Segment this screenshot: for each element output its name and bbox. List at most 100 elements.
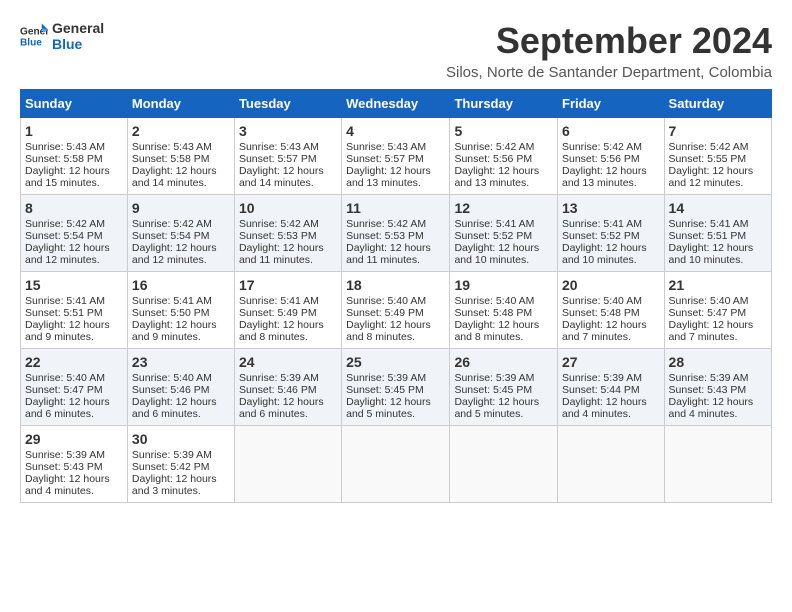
day-info-line: Daylight: 12 hours — [454, 165, 553, 177]
col-sunday: Sunday — [21, 90, 128, 118]
day-info-line: Sunset: 5:46 PM — [132, 384, 230, 396]
day-info-line: Sunset: 5:57 PM — [239, 153, 337, 165]
day-number: 2 — [132, 123, 230, 139]
day-info-line: and 6 minutes. — [239, 408, 337, 420]
calendar-week-row: 8Sunrise: 5:42 AMSunset: 5:54 PMDaylight… — [21, 195, 772, 272]
title-block: September 2024 Silos, Norte de Santander… — [446, 20, 772, 81]
table-row: 25Sunrise: 5:39 AMSunset: 5:45 PMDayligh… — [342, 349, 450, 426]
day-number: 16 — [132, 277, 230, 293]
day-info-line: Daylight: 12 hours — [132, 319, 230, 331]
day-info-line: and 7 minutes. — [562, 331, 660, 343]
table-row: 1Sunrise: 5:43 AMSunset: 5:58 PMDaylight… — [21, 118, 128, 195]
day-info-line: Sunset: 5:56 PM — [562, 153, 660, 165]
table-row: 8Sunrise: 5:42 AMSunset: 5:54 PMDaylight… — [21, 195, 128, 272]
table-row: 5Sunrise: 5:42 AMSunset: 5:56 PMDaylight… — [450, 118, 558, 195]
day-info-line: Sunrise: 5:41 AM — [562, 218, 660, 230]
day-info-line: Daylight: 12 hours — [239, 165, 337, 177]
day-info-line: Sunset: 5:48 PM — [562, 307, 660, 319]
day-info-line: and 10 minutes. — [562, 254, 660, 266]
day-info-line: Sunset: 5:53 PM — [239, 230, 337, 242]
day-number: 5 — [454, 123, 553, 139]
day-info-line: Sunrise: 5:40 AM — [346, 295, 445, 307]
col-saturday: Saturday — [664, 90, 771, 118]
location-title: Silos, Norte de Santander Department, Co… — [446, 64, 772, 81]
day-info-line: Daylight: 12 hours — [239, 396, 337, 408]
table-row — [450, 426, 558, 503]
day-info-line: Sunrise: 5:42 AM — [25, 218, 123, 230]
day-info-line: Sunset: 5:45 PM — [454, 384, 553, 396]
day-info-line: and 9 minutes. — [25, 331, 123, 343]
table-row — [558, 426, 665, 503]
day-info-line: Daylight: 12 hours — [132, 165, 230, 177]
day-info-line: Daylight: 12 hours — [346, 396, 445, 408]
day-info-line: and 11 minutes. — [239, 254, 337, 266]
day-info-line: Daylight: 12 hours — [454, 319, 553, 331]
table-row: 14Sunrise: 5:41 AMSunset: 5:51 PMDayligh… — [664, 195, 771, 272]
day-info-line: Daylight: 12 hours — [669, 165, 767, 177]
day-info-line: Sunrise: 5:39 AM — [132, 449, 230, 461]
table-row: 9Sunrise: 5:42 AMSunset: 5:54 PMDaylight… — [127, 195, 234, 272]
day-info-line: Sunset: 5:50 PM — [132, 307, 230, 319]
table-row: 26Sunrise: 5:39 AMSunset: 5:45 PMDayligh… — [450, 349, 558, 426]
day-info-line: and 4 minutes. — [669, 408, 767, 420]
page-header: General Blue General Blue September 2024… — [20, 20, 772, 81]
month-title: September 2024 — [446, 20, 772, 62]
day-info-line: and 12 minutes. — [25, 254, 123, 266]
day-number: 17 — [239, 277, 337, 293]
day-info-line: and 7 minutes. — [669, 331, 767, 343]
day-info-line: Sunset: 5:53 PM — [346, 230, 445, 242]
day-info-line: Sunrise: 5:41 AM — [669, 218, 767, 230]
col-monday: Monday — [127, 90, 234, 118]
calendar-week-row: 15Sunrise: 5:41 AMSunset: 5:51 PMDayligh… — [21, 272, 772, 349]
day-info-line: Sunrise: 5:39 AM — [454, 372, 553, 384]
day-info-line: Sunset: 5:57 PM — [346, 153, 445, 165]
table-row: 4Sunrise: 5:43 AMSunset: 5:57 PMDaylight… — [342, 118, 450, 195]
day-number: 28 — [669, 354, 767, 370]
day-number: 9 — [132, 200, 230, 216]
day-info-line: and 9 minutes. — [132, 331, 230, 343]
day-number: 23 — [132, 354, 230, 370]
table-row: 29Sunrise: 5:39 AMSunset: 5:43 PMDayligh… — [21, 426, 128, 503]
day-number: 8 — [25, 200, 123, 216]
day-info-line: Sunrise: 5:39 AM — [562, 372, 660, 384]
day-info-line: Sunset: 5:44 PM — [562, 384, 660, 396]
day-info-line: Daylight: 12 hours — [562, 396, 660, 408]
day-number: 27 — [562, 354, 660, 370]
col-thursday: Thursday — [450, 90, 558, 118]
day-info-line: Daylight: 12 hours — [346, 242, 445, 254]
day-info-line: and 13 minutes. — [346, 177, 445, 189]
day-info-line: and 5 minutes. — [454, 408, 553, 420]
day-number: 1 — [25, 123, 123, 139]
day-info-line: Sunset: 5:48 PM — [454, 307, 553, 319]
day-info-line: Daylight: 12 hours — [669, 319, 767, 331]
day-info-line: Daylight: 12 hours — [562, 165, 660, 177]
day-info-line: and 8 minutes. — [346, 331, 445, 343]
day-number: 14 — [669, 200, 767, 216]
day-info-line: Daylight: 12 hours — [239, 242, 337, 254]
day-info-line: Sunrise: 5:41 AM — [132, 295, 230, 307]
day-info-line: Sunrise: 5:40 AM — [669, 295, 767, 307]
day-info-line: Sunset: 5:51 PM — [669, 230, 767, 242]
day-info-line: and 6 minutes. — [132, 408, 230, 420]
day-info-line: Sunrise: 5:42 AM — [454, 141, 553, 153]
day-number: 29 — [25, 431, 123, 447]
table-row: 13Sunrise: 5:41 AMSunset: 5:52 PMDayligh… — [558, 195, 665, 272]
day-info-line: Sunrise: 5:40 AM — [562, 295, 660, 307]
day-info-line: Daylight: 12 hours — [25, 242, 123, 254]
col-tuesday: Tuesday — [234, 90, 341, 118]
day-info-line: Sunset: 5:51 PM — [25, 307, 123, 319]
day-info-line: and 8 minutes. — [454, 331, 553, 343]
day-info-line: Sunrise: 5:40 AM — [25, 372, 123, 384]
day-info-line: Sunrise: 5:43 AM — [239, 141, 337, 153]
day-info-line: and 3 minutes. — [132, 485, 230, 497]
day-number: 30 — [132, 431, 230, 447]
day-info-line: Sunset: 5:47 PM — [669, 307, 767, 319]
table-row: 2Sunrise: 5:43 AMSunset: 5:58 PMDaylight… — [127, 118, 234, 195]
day-number: 18 — [346, 277, 445, 293]
day-info-line: Sunset: 5:43 PM — [25, 461, 123, 473]
general-blue-logo-icon: General Blue — [20, 22, 48, 50]
day-info-line: Daylight: 12 hours — [132, 396, 230, 408]
logo: General Blue General Blue — [20, 20, 104, 52]
day-info-line: Sunset: 5:55 PM — [669, 153, 767, 165]
day-info-line: Sunset: 5:42 PM — [132, 461, 230, 473]
